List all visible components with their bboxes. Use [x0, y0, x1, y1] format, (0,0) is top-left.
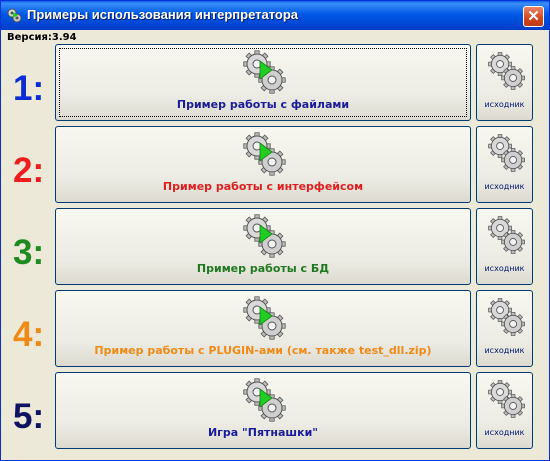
gear-play-icon: [242, 49, 288, 95]
source-button-4[interactable]: исходник: [476, 290, 533, 367]
gears-icon: [487, 51, 527, 91]
gear-play-icon: [242, 213, 288, 259]
example-button-label: Игра "Пятнашки": [207, 426, 319, 439]
source-button-label: исходник: [484, 100, 525, 109]
example-button-label: Пример работы с БД: [196, 262, 330, 275]
example-button-2[interactable]: Пример работы с интерфейсом: [55, 126, 471, 203]
source-button-label: исходник: [484, 182, 525, 191]
row-number-3: 3:: [13, 233, 45, 272]
app-window: Примеры использования интерпретатора ✕ В…: [0, 0, 550, 461]
source-button-label: исходник: [484, 264, 525, 273]
example-button-5[interactable]: Игра "Пятнашки": [55, 372, 471, 449]
gear-play-icon: [242, 377, 288, 423]
row-number-2: 2:: [13, 151, 45, 190]
version-label: Версия:3.94: [7, 32, 77, 43]
example-button-label: Пример работы с PLUGIN-ами (см. также te…: [94, 344, 432, 357]
row-number-1: 1:: [13, 69, 45, 108]
app-gear-icon: [7, 8, 22, 23]
example-button-3[interactable]: Пример работы с БД: [55, 208, 471, 285]
close-button[interactable]: ✕: [523, 6, 544, 27]
gear-play-icon: [242, 131, 288, 177]
gears-icon: [487, 215, 527, 255]
title-bar[interactable]: Примеры использования интерпретатора ✕: [1, 1, 549, 30]
row-number-4: 4:: [13, 315, 45, 354]
source-button-1[interactable]: исходник: [476, 44, 533, 121]
window-title: Примеры использования интерпретатора: [27, 7, 299, 22]
example-button-label: Пример работы с интерфейсом: [162, 180, 364, 193]
gears-icon: [487, 297, 527, 337]
source-button-2[interactable]: исходник: [476, 126, 533, 203]
example-button-1[interactable]: Пример работы с файлами: [55, 44, 471, 121]
row-number-5: 5:: [13, 397, 45, 436]
example-button-label: Пример работы с файлами: [176, 98, 350, 111]
source-button-5[interactable]: исходник: [476, 372, 533, 449]
example-button-4[interactable]: Пример работы с PLUGIN-ами (см. также te…: [55, 290, 471, 367]
gear-play-icon: [242, 295, 288, 341]
source-button-label: исходник: [484, 428, 525, 437]
gears-icon: [487, 133, 527, 173]
gears-icon: [487, 379, 527, 419]
close-icon: ✕: [527, 8, 540, 25]
source-button-3[interactable]: исходник: [476, 208, 533, 285]
source-button-label: исходник: [484, 346, 525, 355]
